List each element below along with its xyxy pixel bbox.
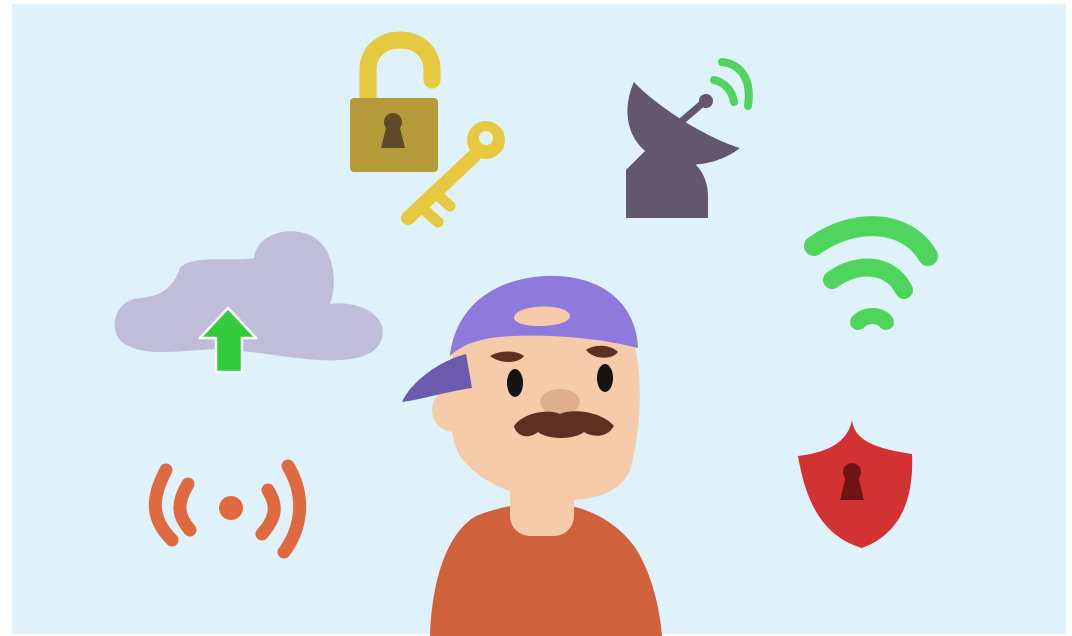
right-eye — [597, 364, 613, 392]
ear — [432, 388, 476, 432]
nose — [540, 389, 580, 415]
illustration-frame — [0, 0, 1072, 636]
left-eye — [507, 369, 523, 397]
illustration-canvas — [12, 4, 1066, 636]
